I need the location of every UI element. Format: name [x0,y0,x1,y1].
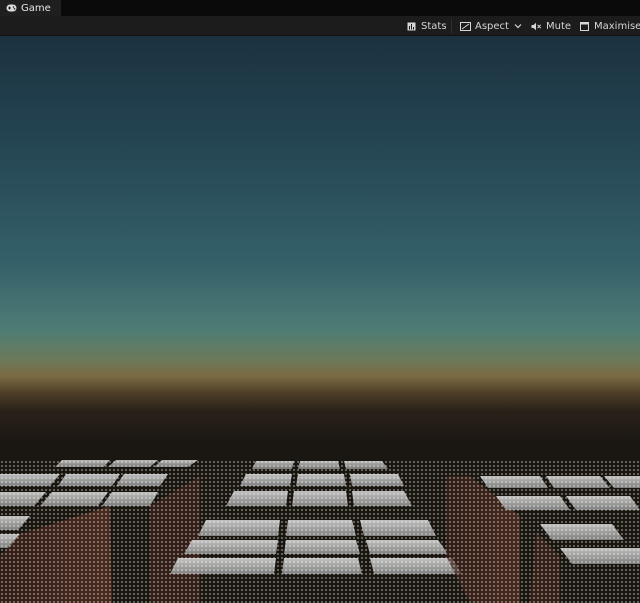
aspect-icon [460,21,471,31]
maximise-icon [580,21,589,31]
tab-game[interactable]: Game [0,0,61,16]
stats-button[interactable]: Stats [407,16,447,36]
game-viewport[interactable] [0,36,640,603]
tiles-center-block [170,474,462,574]
pillar-left-2 [150,476,200,603]
game-toolbar: Stats Aspect Mute Maximise [0,16,640,36]
pillar-right-2 [530,532,560,603]
stats-label: Stats [421,20,447,32]
aspect-dropdown[interactable]: Aspect [460,16,522,36]
mute-label: Mute [546,20,572,32]
tab-bar: Game [0,0,640,16]
mute-button[interactable]: Mute [531,16,571,36]
maximise-button[interactable]: Maximise [580,16,640,36]
tile-grid-scene [0,460,640,603]
gamepad-icon [6,4,17,12]
pillar-right [446,476,520,603]
toolbar-divider [451,19,452,33]
speaker-mute-icon [531,22,542,30]
chevron-down-icon [514,24,522,29]
tiles-far [55,460,388,469]
stats-icon [407,22,416,30]
aspect-label: Aspect [475,20,509,32]
tab-game-label: Game [21,2,51,14]
maximise-label: Maximise [594,20,640,32]
